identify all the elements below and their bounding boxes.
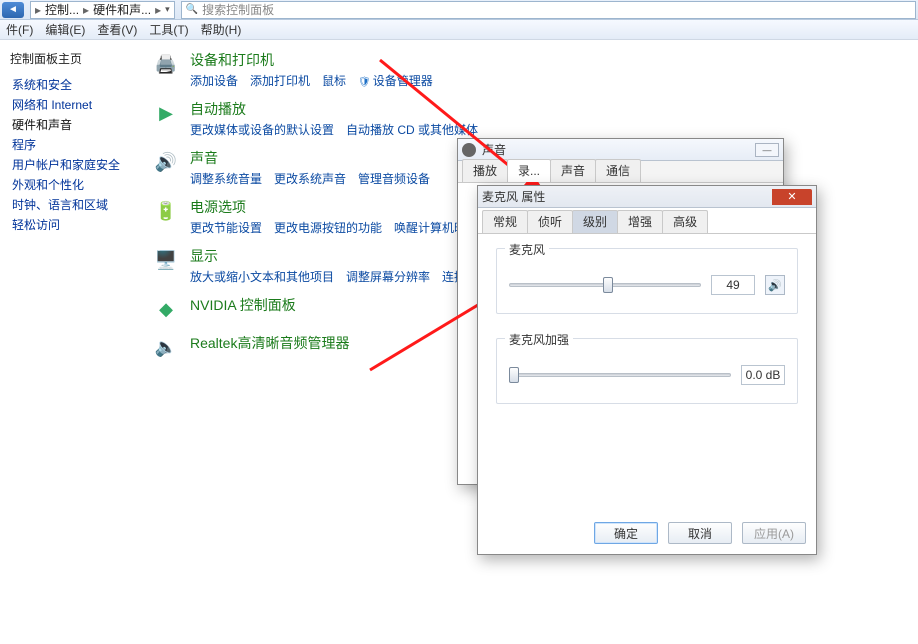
category-link[interactable]: 鼠标 [322, 72, 346, 89]
search-input[interactable]: 🔍 搜索控制面板 [181, 1, 916, 19]
tab[interactable]: 通信 [595, 159, 641, 182]
sidebar-item[interactable]: 网络和 Internet [10, 95, 132, 115]
category-icon: 🖨️ [152, 50, 180, 78]
mic-level-label: 麦克风 [505, 241, 549, 258]
tab[interactable]: 增强 [617, 210, 663, 233]
sidebar-item[interactable]: 硬件和声音 [10, 115, 132, 135]
window-controls: — [755, 143, 779, 157]
category-link[interactable]: 更改媒体或设备的默认设置 [190, 121, 334, 138]
category-link[interactable]: 更改系统声音 [274, 170, 346, 187]
category-link[interactable]: 调整系统音量 [190, 170, 262, 187]
tab[interactable]: 声音 [550, 159, 596, 182]
ok-button[interactable]: 确定 [594, 522, 658, 544]
category-icon: 🖥️ [152, 246, 180, 274]
category-link[interactable]: 管理音频设备 [358, 170, 430, 187]
breadcrumb-item[interactable]: 硬件和声... [93, 1, 151, 18]
dialog-buttons: 确定 取消 应用(A) [594, 522, 806, 544]
tab[interactable]: 侦听 [527, 210, 573, 233]
apply-button[interactable]: 应用(A) [742, 522, 806, 544]
minimize-button[interactable]: — [755, 143, 779, 157]
category-link[interactable]: 更改电源按钮的功能 [274, 219, 382, 236]
category-link[interactable]: 放大或缩小文本和其他项目 [190, 268, 334, 285]
sound-tabs: 播放录...声音通信 [458, 161, 783, 183]
tab[interactable]: 常规 [482, 210, 528, 233]
search-icon: 🔍 [186, 4, 198, 15]
category-link[interactable]: 自动播放 CD 或其他媒体 [346, 121, 478, 138]
category-icon: ◆ [152, 295, 180, 323]
speaker-icon [462, 143, 476, 157]
chevron-right-icon: ▸ [155, 3, 161, 17]
category-link[interactable]: 调整屏幕分辨率 [346, 268, 430, 285]
mic-window-titlebar[interactable]: 麦克风 属性 ✕ [478, 186, 816, 208]
nav-back-button[interactable]: ◄ [2, 2, 24, 18]
category-link[interactable]: 添加打印机 [250, 72, 310, 89]
menu-bar: 件(F) 编辑(E) 查看(V) 工具(T) 帮助(H) [0, 20, 918, 40]
shield-icon: 🛡 [358, 77, 371, 88]
category-icon: 🔋 [152, 197, 180, 225]
tab[interactable]: 级别 [572, 210, 618, 233]
category-link[interactable]: 🛡设备管理器 [358, 72, 433, 89]
category-title[interactable]: 设备和打印机 [190, 50, 433, 70]
mic-boost-value: 0.0 dB [741, 365, 785, 385]
sidebar-item[interactable]: 系统和安全 [10, 75, 132, 95]
mic-level-group: 麦克风 49 🔊 [496, 248, 798, 314]
sound-window-title: 声音 [482, 141, 749, 158]
category-title[interactable]: 自动播放 [190, 99, 478, 119]
sidebar-title: 控制面板主页 [10, 50, 132, 67]
category-title[interactable]: NVIDIA 控制面板 [190, 295, 296, 315]
levels-panel: 麦克风 49 🔊 麦克风加强 0.0 dB [478, 234, 816, 442]
category-icon: 🔈 [152, 333, 180, 361]
mic-tabs: 常规侦听级别增强高级 [478, 212, 816, 234]
mic-level-slider[interactable] [509, 277, 701, 293]
breadcrumb[interactable]: ▸ 控制... ▸ 硬件和声... ▸ ▾ [30, 1, 175, 19]
mic-level-value: 49 [711, 275, 755, 295]
category-icon: 🔊 [152, 148, 180, 176]
tab[interactable]: 录... [507, 159, 551, 182]
sidebar-item[interactable]: 外观和个性化 [10, 175, 132, 195]
address-bar: ◄ ▸ 控制... ▸ 硬件和声... ▸ ▾ 🔍 搜索控制面板 [0, 0, 918, 20]
category-row: ▶ 自动播放更改媒体或设备的默认设置自动播放 CD 或其他媒体 [152, 99, 898, 138]
sidebar-item[interactable]: 用户帐户和家庭安全 [10, 155, 132, 175]
search-placeholder: 搜索控制面板 [202, 1, 274, 18]
mute-button[interactable]: 🔊 [765, 275, 785, 295]
breadcrumb-item[interactable]: 控制... [45, 1, 79, 18]
tab[interactable]: 高级 [662, 210, 708, 233]
dropdown-icon[interactable]: ▾ [165, 4, 170, 15]
menu-edit[interactable]: 编辑(E) [45, 21, 85, 38]
mic-boost-slider[interactable] [509, 367, 731, 383]
tab[interactable]: 播放 [462, 159, 508, 182]
mic-boost-label: 麦克风加强 [505, 331, 573, 348]
cancel-button[interactable]: 取消 [668, 522, 732, 544]
sound-window-titlebar[interactable]: 声音 — [458, 139, 783, 161]
chevron-right-icon: ▸ [83, 3, 89, 17]
close-button[interactable]: ✕ [772, 189, 812, 205]
mic-window-title: 麦克风 属性 [482, 188, 766, 205]
category-title[interactable]: 声音 [190, 148, 430, 168]
chevron-right-icon: ▸ [35, 3, 41, 17]
sidebar: 控制面板主页 系统和安全网络和 Internet硬件和声音程序用户帐户和家庭安全… [0, 40, 132, 644]
sidebar-item[interactable]: 轻松访问 [10, 215, 132, 235]
menu-view[interactable]: 查看(V) [97, 21, 137, 38]
sidebar-item[interactable]: 程序 [10, 135, 132, 155]
category-link[interactable]: 添加设备 [190, 72, 238, 89]
menu-help[interactable]: 帮助(H) [201, 21, 242, 38]
mic-boost-group: 麦克风加强 0.0 dB [496, 338, 798, 404]
menu-tools[interactable]: 工具(T) [149, 21, 188, 38]
menu-file[interactable]: 件(F) [6, 21, 33, 38]
sidebar-item[interactable]: 时钟、语言和区域 [10, 195, 132, 215]
category-link[interactable]: 更改节能设置 [190, 219, 262, 236]
category-icon: ▶ [152, 99, 180, 127]
mic-properties-window: 麦克风 属性 ✕ 常规侦听级别增强高级 麦克风 49 🔊 麦克风加强 [477, 185, 817, 555]
category-row: 🖨️ 设备和打印机添加设备添加打印机鼠标 🛡设备管理器 [152, 50, 898, 89]
category-title[interactable]: Realtek高清晰音频管理器 [190, 333, 349, 353]
